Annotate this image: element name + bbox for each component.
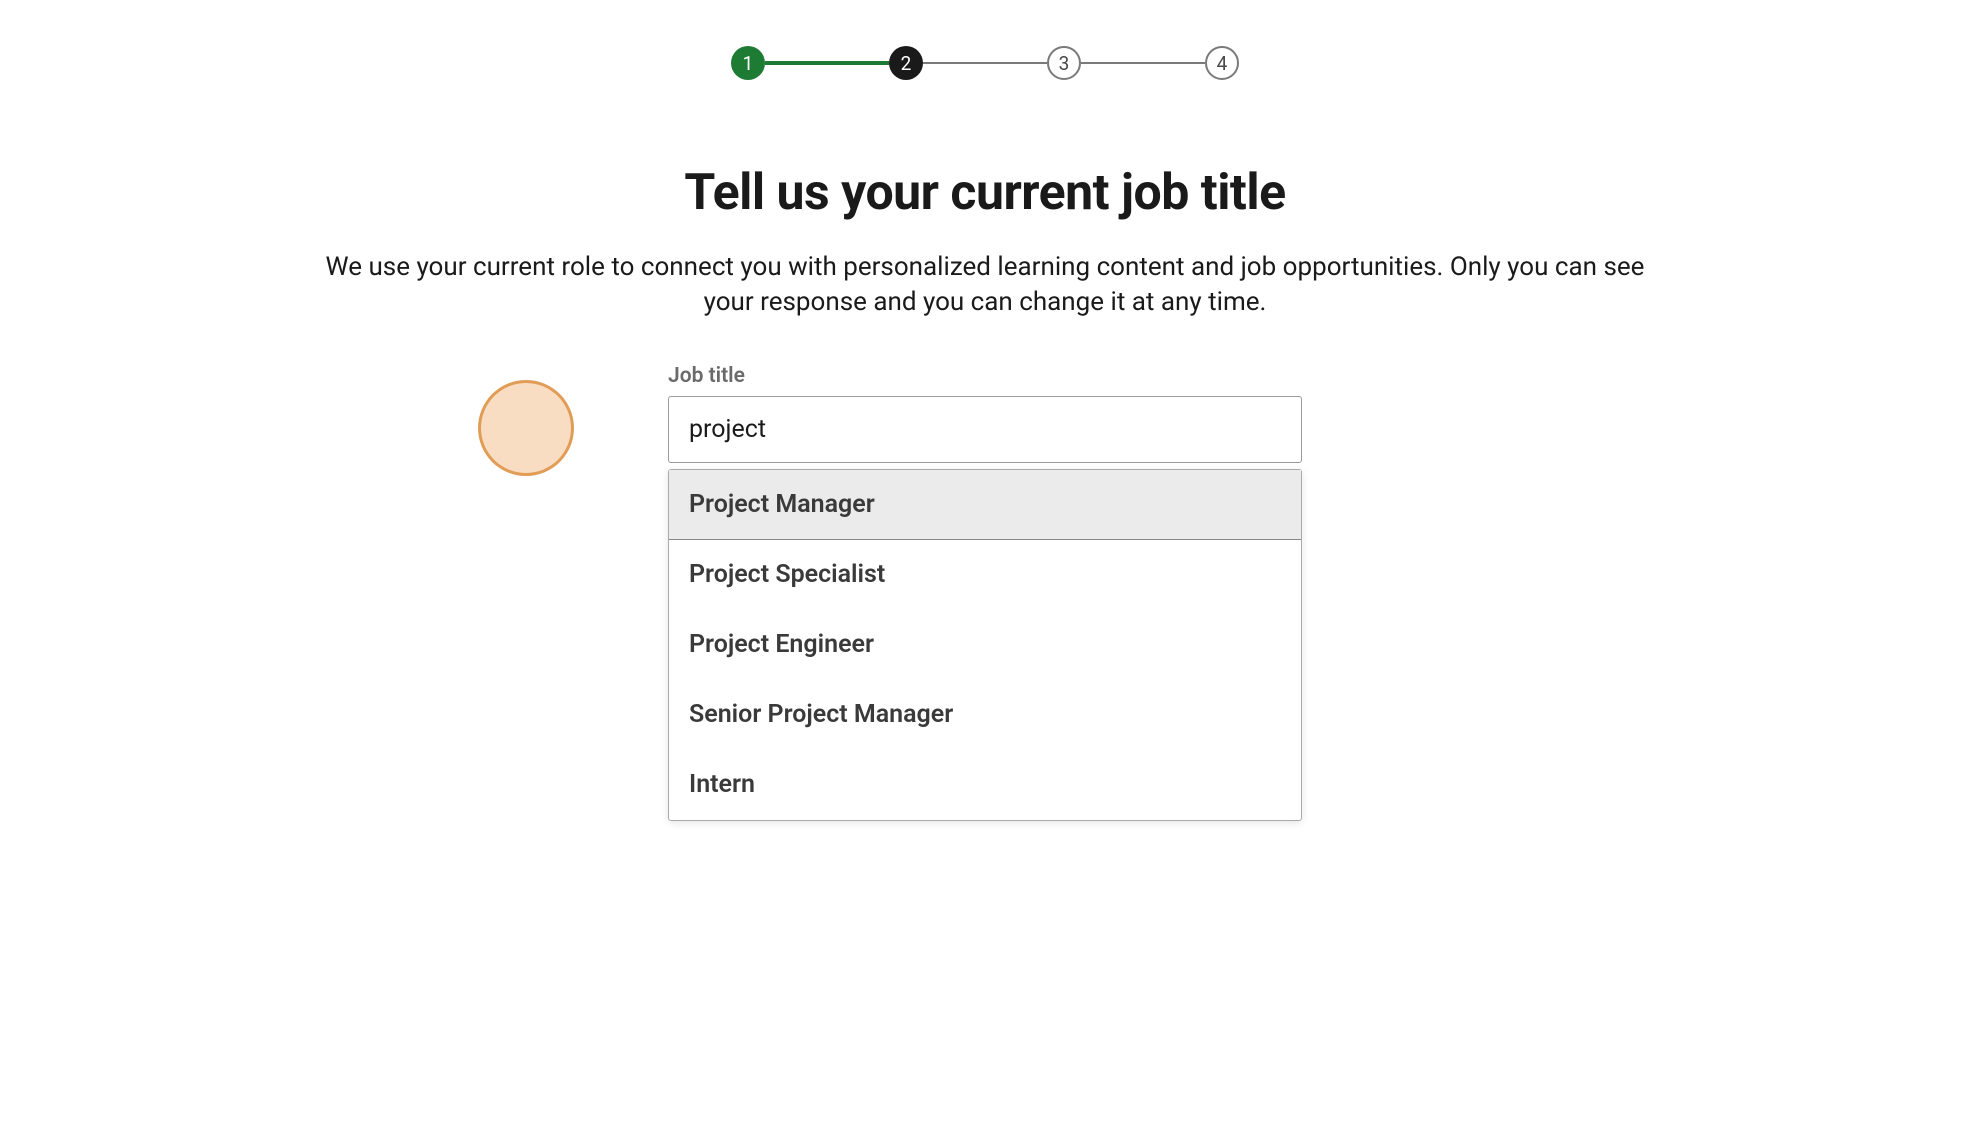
- progress-step-3: 3: [1047, 46, 1081, 80]
- suggestion-item[interactable]: Project Engineer: [669, 610, 1301, 680]
- progress-step-2: 2: [889, 46, 923, 80]
- page-title: Tell us your current job title: [320, 164, 1650, 222]
- job-title-input[interactable]: [668, 396, 1302, 463]
- job-title-label: Job title: [668, 364, 1302, 388]
- suggestions-dropdown: Project Manager Project Specialist Proje…: [668, 469, 1302, 821]
- step-number: 4: [1217, 52, 1228, 75]
- step-number: 3: [1059, 52, 1070, 75]
- main-content: Tell us your current job title We use yo…: [285, 164, 1685, 463]
- progress-stepper: 1 2 3 4: [0, 0, 1970, 80]
- suggestion-item[interactable]: Senior Project Manager: [669, 680, 1301, 750]
- suggestion-item[interactable]: Project Specialist: [669, 540, 1301, 610]
- step-number: 1: [743, 52, 754, 75]
- progress-line: [1081, 62, 1205, 64]
- step-number: 2: [901, 52, 912, 75]
- progress-line: [923, 62, 1047, 64]
- suggestion-item[interactable]: Intern: [669, 750, 1301, 820]
- suggestion-item[interactable]: Project Manager: [669, 470, 1301, 540]
- progress-step-1: 1: [731, 46, 765, 80]
- progress-line: [765, 61, 889, 65]
- progress-step-4: 4: [1205, 46, 1239, 80]
- page-subtitle: We use your current role to connect you …: [320, 250, 1650, 320]
- job-title-form: Job title Project Manager Project Specia…: [668, 364, 1302, 463]
